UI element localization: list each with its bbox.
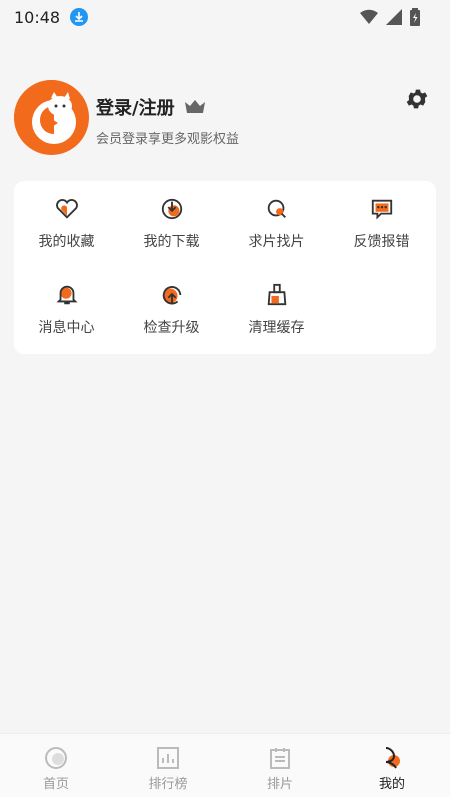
gear-icon[interactable] bbox=[404, 86, 430, 112]
bottom-tab-bar: 首页 排行榜 排片 我的 bbox=[0, 733, 450, 797]
menu-label: 清理缓存 bbox=[248, 320, 305, 336]
avatar[interactable] bbox=[14, 80, 89, 155]
tab-label: 排行榜 bbox=[148, 777, 188, 792]
tab-ranking[interactable]: 排行榜 bbox=[112, 734, 224, 797]
menu-item-feedback[interactable]: 反馈报错 bbox=[329, 181, 434, 251]
profile-header[interactable]: 登录/注册 会员登录享更多观影权益 bbox=[14, 80, 434, 160]
menu-label: 检查升级 bbox=[143, 320, 200, 336]
menu-item-downloads[interactable]: 我的下载 bbox=[119, 181, 224, 251]
menu-label: 我的收藏 bbox=[38, 234, 95, 250]
login-register-link[interactable]: 登录/注册 bbox=[96, 94, 205, 120]
home-icon bbox=[45, 747, 67, 769]
tab-label: 我的 bbox=[378, 777, 405, 792]
menu-item-favorites[interactable]: 我的收藏 bbox=[14, 181, 119, 251]
tab-label: 首页 bbox=[42, 777, 69, 792]
tab-profile[interactable]: 我的 bbox=[336, 734, 448, 797]
upgrade-icon bbox=[162, 286, 181, 305]
heart-icon bbox=[55, 199, 78, 219]
tab-schedule[interactable]: 排片 bbox=[224, 734, 336, 797]
status-time: 10:48 bbox=[14, 7, 61, 27]
menu-label: 我的下载 bbox=[143, 234, 200, 250]
crown-icon bbox=[184, 100, 205, 113]
status-bar: 10:48 bbox=[0, 0, 450, 34]
ranking-icon bbox=[157, 747, 179, 769]
bell-icon bbox=[55, 285, 78, 305]
menu-label: 求片找片 bbox=[248, 234, 305, 250]
feedback-icon bbox=[371, 199, 392, 220]
download-notification-icon bbox=[70, 8, 89, 26]
wifi-icon bbox=[360, 9, 378, 24]
tab-home[interactable]: 首页 bbox=[0, 734, 112, 797]
menu-item-request-film[interactable]: 求片找片 bbox=[224, 181, 329, 251]
menu-item-check-upgrade[interactable]: 检查升级 bbox=[119, 267, 224, 337]
menu-item-clear-cache[interactable]: 清理缓存 bbox=[224, 267, 329, 337]
download-icon bbox=[161, 198, 182, 220]
menu-card: 我的收藏 我的下载 求片找片 反馈报错 消息中心 检查升级 清理缓存 bbox=[14, 181, 436, 354]
menu-label: 消息中心 bbox=[38, 320, 95, 336]
login-title-text: 登录/注册 bbox=[96, 98, 175, 119]
search-film-icon bbox=[267, 199, 286, 218]
menu-item-messages[interactable]: 消息中心 bbox=[14, 267, 119, 337]
schedule-icon bbox=[270, 748, 290, 769]
battery-icon bbox=[410, 8, 420, 26]
menu-label: 反馈报错 bbox=[353, 234, 410, 250]
login-subtitle: 会员登录享更多观影权益 bbox=[96, 132, 240, 147]
tab-label: 排片 bbox=[266, 777, 293, 792]
broom-icon bbox=[267, 283, 286, 306]
signal-icon bbox=[386, 9, 402, 25]
profile-icon bbox=[385, 747, 400, 769]
